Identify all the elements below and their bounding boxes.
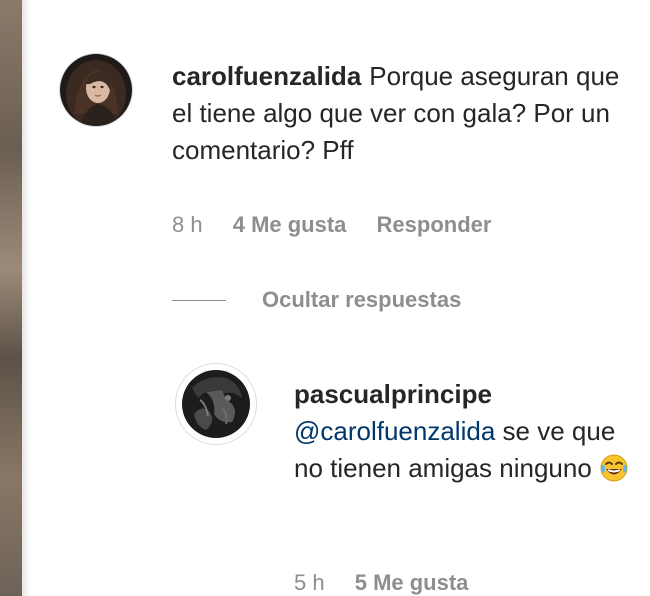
reply-mention-link[interactable]: @carolfuenzalida <box>294 416 495 446</box>
commenter-avatar[interactable] <box>60 54 132 126</box>
edge-shadow <box>22 0 30 596</box>
comment-username[interactable]: carolfuenzalida <box>172 61 361 91</box>
reply-button[interactable]: Responder <box>377 212 492 237</box>
reply-likes[interactable]: 5 Me gusta <box>355 570 469 595</box>
avatar-photo-icon <box>176 364 256 444</box>
comment-likes[interactable]: 4 Me gusta <box>233 212 347 237</box>
reply-username[interactable]: pascualprincipe <box>294 376 632 413</box>
reply-body: pascualprincipe @carolfuenzalida se ve q… <box>294 376 640 493</box>
hide-replies-button[interactable]: Ocultar respuestas <box>172 286 461 314</box>
background-photo-edge <box>0 0 22 596</box>
reply-meta: 5 h 5 Me gusta <box>294 570 492 596</box>
comment-time[interactable]: 8 h <box>172 212 203 237</box>
face-with-tears-of-joy-icon <box>599 453 629 493</box>
comment-body: carolfuenzalida Porque aseguran que el ti… <box>172 58 642 169</box>
hide-replies-label: Ocultar respuestas <box>262 287 462 312</box>
replier-avatar[interactable] <box>176 364 256 444</box>
comment-meta: 8 h 4 Me gusta Responder <box>172 212 515 238</box>
avatar-photo-icon <box>60 54 132 126</box>
toggle-divider-line <box>172 299 226 301</box>
reply-time[interactable]: 5 h <box>294 570 325 595</box>
